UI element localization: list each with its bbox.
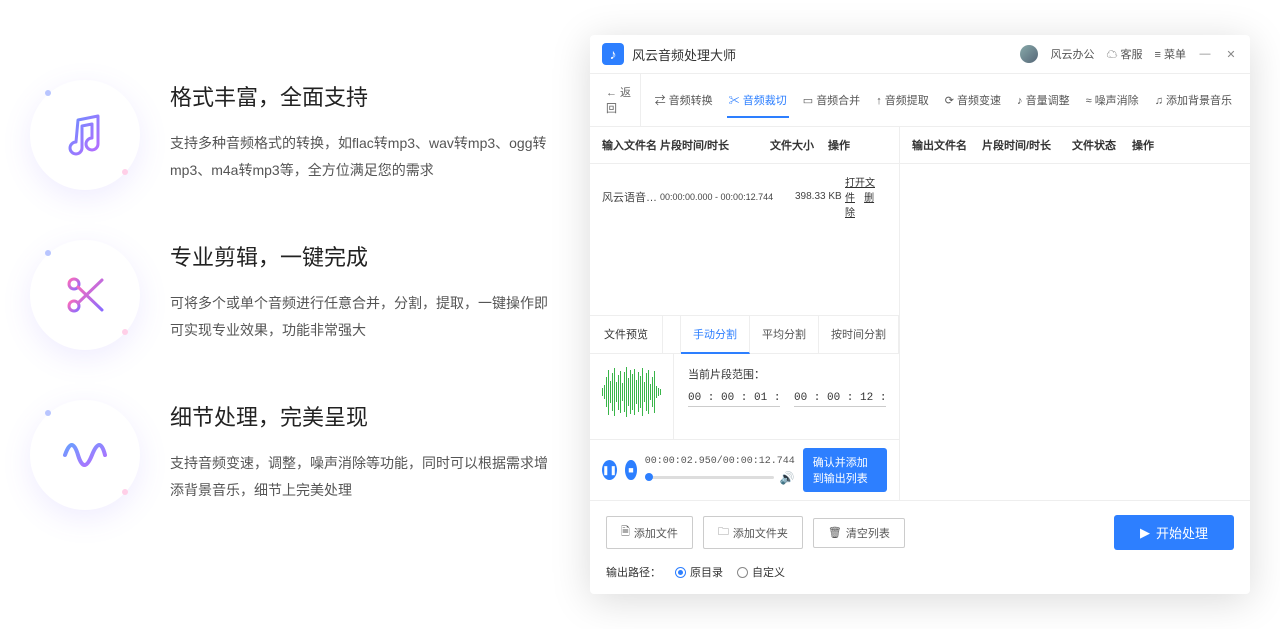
table-row[interactable]: 风云语音_91.. 00:00:00.000 - 00:00:12.744 39… (590, 164, 899, 229)
cell-name: 风云语音_91.. (602, 189, 660, 205)
col-header: 操作 (1132, 137, 1238, 153)
toolbar: ← 返回 ⇄ 音频转换 ✂ 音频裁切 ▭ 音频合并 ↑ 音频提取 ⟳ 音频变速 … (590, 74, 1250, 127)
avatar[interactable] (1020, 45, 1038, 63)
user-name[interactable]: 风云办公 (1050, 46, 1094, 62)
feature-desc: 支持多种音频格式的转换，如flac转mp3、wav转mp3、ogg转mp3、m4… (170, 130, 550, 183)
col-header: 输出文件名 (912, 137, 982, 153)
menu-link[interactable]: ≡ 菜单 (1155, 46, 1186, 62)
feature-item: 格式丰富，全面支持 支持多种音频格式的转换，如flac转mp3、wav转mp3、… (30, 80, 550, 190)
play-icon: ▶ (1140, 525, 1150, 541)
col-header: 操作 (828, 137, 887, 153)
col-header: 文件状态 (1072, 137, 1132, 153)
start-button[interactable]: ▶开始处理 (1114, 515, 1234, 550)
output-panel: 输出文件名 片段时间/时长 文件状态 操作 (900, 127, 1250, 500)
volume-icon[interactable]: 🔊 (780, 471, 795, 485)
radio-custom-dir[interactable]: 自定义 (737, 564, 785, 580)
add-file-button[interactable]: 🗎添加文件 (606, 516, 693, 549)
tool-merge[interactable]: ▭ 音频合并 (797, 82, 866, 118)
time-end-input[interactable] (794, 390, 886, 407)
tool-volume[interactable]: ♪ 音量调整 (1011, 82, 1076, 118)
col-header: 文件大小 (770, 137, 828, 153)
waveform-icon (30, 400, 140, 510)
radio-source-dir[interactable]: 原目录 (675, 564, 723, 580)
feature-title: 格式丰富，全面支持 (170, 80, 550, 112)
time-start-input[interactable] (688, 390, 780, 407)
service-link[interactable]: ☁ 客服 (1106, 46, 1142, 62)
tab-bytime[interactable]: 按时间分割 (819, 316, 899, 353)
feature-title: 细节处理，完美呈现 (170, 400, 550, 432)
music-note-icon (30, 80, 140, 190)
preview-panel: 文件预览 手动分割 平均分割 按时间分割 当前片段范围： (590, 315, 899, 500)
minimize-button[interactable]: — (1198, 48, 1212, 60)
col-header: 输入文件名 (602, 137, 660, 153)
feature-item: 细节处理，完美呈现 支持音频变速，调整，噪声消除等功能，同时可以根据需求增添背景… (30, 400, 550, 510)
waveform-display[interactable] (602, 366, 661, 418)
tool-convert[interactable]: ⇄ 音频转换 (649, 82, 719, 118)
stop-button[interactable]: ■ (625, 460, 637, 480)
feature-item: 专业剪辑，一键完成 可将多个或单个音频进行任意合并，分割，提取，一键操作即可实现… (30, 240, 550, 350)
scissors-icon (30, 240, 140, 350)
output-path-label: 输出路径： (606, 564, 661, 580)
tool-denoise[interactable]: ≈ 噪声消除 (1080, 82, 1145, 118)
app-window: ♪ 风云音频处理大师 风云办公 ☁ 客服 ≡ 菜单 — ✕ ← 返回 ⇄ 音频转… (590, 35, 1250, 594)
cell-time: 00:00:00.000 - 00:00:12.744 (660, 192, 795, 202)
app-logo-icon: ♪ (602, 43, 624, 65)
file-icon: 🗎 (621, 523, 630, 542)
close-button[interactable]: ✕ (1224, 48, 1238, 61)
features-list: 格式丰富，全面支持 支持多种音频格式的转换，如flac转mp3、wav转mp3、… (30, 35, 550, 594)
app-title: 风云音频处理大师 (632, 45, 1020, 64)
feature-desc: 可将多个或单个音频进行任意合并，分割，提取，一键操作即可实现专业效果，功能非常强… (170, 290, 550, 343)
col-header: 片段时间/时长 (660, 137, 770, 153)
progress-slider[interactable] (645, 476, 774, 479)
back-button[interactable]: ← 返回 (602, 74, 641, 126)
tool-extract[interactable]: ↑ 音频提取 (870, 82, 935, 118)
add-folder-button[interactable]: 🗀添加文件夹 (703, 516, 803, 549)
playback-time: 00:00:02.950/00:00:12.744 (645, 456, 795, 467)
cell-size: 398.33 KB (795, 191, 845, 202)
tool-bgm[interactable]: ♫ 添加背景音乐 (1149, 82, 1238, 118)
preview-label: 文件预览 (590, 316, 663, 353)
tool-speed[interactable]: ⟳ 音频变速 (939, 82, 1007, 118)
feature-desc: 支持音频变速，调整，噪声消除等功能，同时可以根据需求增添背景音乐，细节上完美处理 (170, 450, 550, 503)
feature-title: 专业剪辑，一键完成 (170, 240, 550, 272)
tab-manual[interactable]: 手动分割 (681, 316, 750, 354)
folder-icon: 🗀 (718, 523, 729, 542)
range-label: 当前片段范围： (688, 366, 886, 382)
col-header: 片段时间/时长 (982, 137, 1072, 153)
tool-cut[interactable]: ✂ 音频裁切 (723, 82, 793, 118)
trash-icon: 🗑 (828, 526, 842, 539)
titlebar: ♪ 风云音频处理大师 风云办公 ☁ 客服 ≡ 菜单 — ✕ (590, 35, 1250, 74)
pause-button[interactable]: ❚❚ (602, 460, 617, 480)
clear-button[interactable]: 🗑清空列表 (813, 518, 905, 548)
tab-average[interactable]: 平均分割 (750, 316, 819, 353)
input-panel: 输入文件名 片段时间/时长 文件大小 操作 风云语音_91.. 00:00:00… (590, 127, 900, 500)
confirm-button[interactable]: 确认并添加到输出列表 (803, 448, 887, 492)
